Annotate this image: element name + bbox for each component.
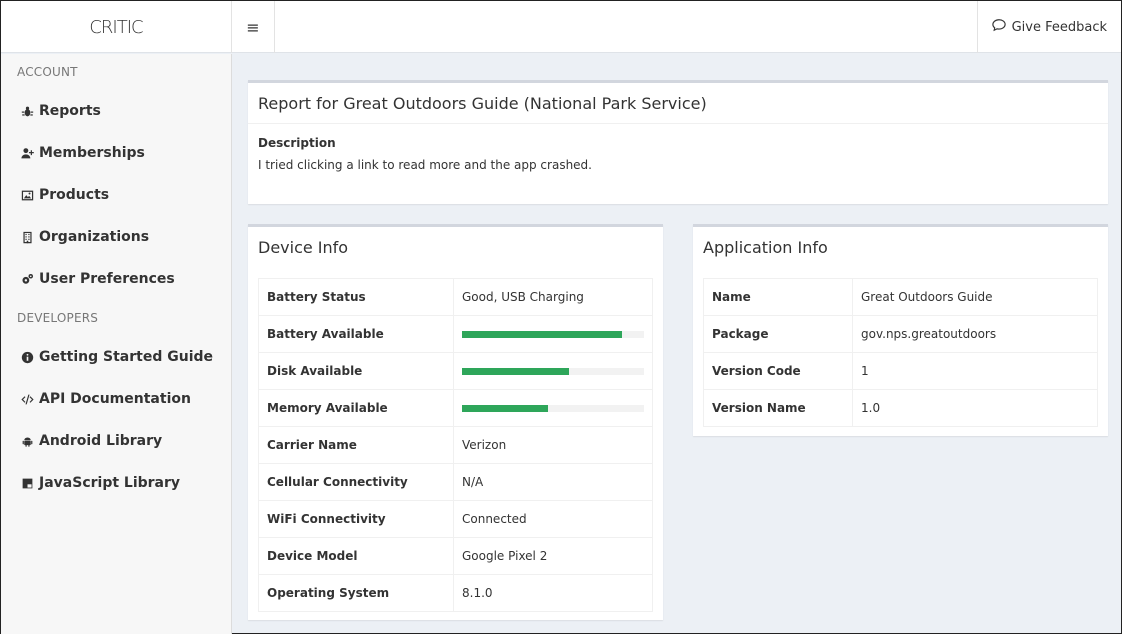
disk-progress-fill — [462, 367, 570, 375]
memory-progress-bar — [462, 404, 644, 412]
sidebar-item-android-library[interactable]: Android Library — [1, 420, 231, 462]
sidebar-item-reports[interactable]: Reports — [1, 90, 231, 132]
sidebar: ACCOUNT Reports Memberships Products Org… — [1, 54, 232, 634]
device-info-card: Device Info Battery Status Good, USB Cha… — [248, 224, 663, 620]
top-navbar: CRITIC ≡ Give Feedback — [1, 1, 1121, 53]
sidebar-item-label: Android Library — [39, 433, 163, 449]
building-icon — [19, 230, 35, 244]
table-row: Package gov.nps.greatoutdoors — [703, 315, 1098, 353]
js-icon — [19, 476, 35, 490]
row-key: Carrier Name — [258, 426, 454, 464]
row-key: Version Name — [703, 389, 853, 427]
application-info-card: Application Info Name Great Outdoors Gui… — [693, 224, 1108, 436]
row-key: Package — [703, 315, 853, 353]
table-row: Cellular Connectivity N/A — [258, 463, 653, 501]
row-key: Version Code — [703, 352, 853, 390]
row-value: Google Pixel 2 — [453, 537, 653, 575]
device-info-title: Device Info — [258, 238, 349, 257]
table-row: Battery Status Good, USB Charging — [258, 278, 653, 316]
table-row: Carrier Name Verizon — [258, 426, 653, 464]
table-row: Memory Available — [258, 389, 653, 427]
description-label: Description — [258, 136, 336, 150]
sidebar-header-developers: DEVELOPERS — [17, 311, 99, 325]
bug-icon — [19, 104, 35, 118]
row-key: Cellular Connectivity — [258, 463, 454, 501]
report-title: Report for Great Outdoors Guide (Nationa… — [248, 83, 1108, 124]
table-row: WiFi Connectivity Connected — [258, 500, 653, 538]
row-key: Name — [703, 278, 853, 316]
application-info-table: Name Great Outdoors Guide Package gov.np… — [703, 278, 1098, 427]
row-key: Device Model — [258, 537, 454, 575]
memory-progress-fill — [462, 404, 548, 412]
row-value: 1 — [852, 352, 1098, 390]
device-info-table: Battery Status Good, USB Charging Batter… — [258, 278, 653, 612]
row-key: Memory Available — [258, 389, 454, 427]
android-icon — [19, 434, 35, 448]
table-row: Operating System 8.1.0 — [258, 574, 653, 612]
sidebar-item-label: Getting Started Guide — [39, 349, 214, 365]
sidebar-item-memberships[interactable]: Memberships — [1, 132, 231, 174]
speech-bubble-icon — [991, 18, 1006, 36]
disk-progress-cell — [453, 352, 653, 390]
row-value: gov.nps.greatoutdoors — [852, 315, 1098, 353]
hamburger-icon[interactable]: ≡ — [232, 1, 275, 53]
sidebar-header-account: ACCOUNT — [17, 65, 78, 79]
give-feedback-label: Give Feedback — [1011, 19, 1107, 35]
sidebar-item-api-documentation[interactable]: API Documentation — [1, 378, 231, 420]
sidebar-item-javascript-library[interactable]: JavaScript Library — [1, 462, 231, 504]
battery-progress-bar — [462, 330, 644, 338]
code-icon — [19, 392, 35, 406]
row-key: Operating System — [258, 574, 454, 612]
table-row: Device Model Google Pixel 2 — [258, 537, 653, 575]
application-info-title: Application Info — [703, 238, 828, 257]
row-key: Battery Status — [258, 278, 454, 316]
row-key: Disk Available — [258, 352, 454, 390]
battery-progress-cell — [453, 315, 653, 353]
row-key: Battery Available — [258, 315, 454, 353]
row-value: Verizon — [453, 426, 653, 464]
user-plus-icon — [19, 146, 35, 160]
sidebar-item-organizations[interactable]: Organizations — [1, 216, 231, 258]
sidebar-item-products[interactable]: Products — [1, 174, 231, 216]
report-card: Report for Great Outdoors Guide (Nationa… — [248, 80, 1108, 204]
navbar-spacer — [275, 1, 977, 52]
sidebar-item-label: User Preferences — [39, 271, 175, 287]
table-row: Disk Available — [258, 352, 653, 390]
sidebar-item-label: Reports — [39, 103, 101, 119]
row-value: 1.0 — [852, 389, 1098, 427]
memory-progress-cell — [453, 389, 653, 427]
give-feedback-button[interactable]: Give Feedback — [976, 1, 1121, 53]
row-key: WiFi Connectivity — [258, 500, 454, 538]
sidebar-item-label: Organizations — [39, 229, 150, 245]
description-text: I tried clicking a link to read more and… — [258, 158, 592, 172]
row-value: Connected — [453, 500, 653, 538]
sidebar-item-label: JavaScript Library — [39, 475, 181, 491]
info-circle-icon — [19, 350, 35, 364]
disk-progress-bar — [462, 367, 644, 375]
table-row: Version Name 1.0 — [703, 389, 1098, 427]
sidebar-item-getting-started[interactable]: Getting Started Guide — [1, 336, 231, 378]
table-row: Battery Available — [258, 315, 653, 353]
row-value: Great Outdoors Guide — [852, 278, 1098, 316]
cogs-icon — [19, 272, 35, 286]
row-value: N/A — [453, 463, 653, 501]
brand-logo[interactable]: CRITIC — [1, 1, 232, 53]
sidebar-item-user-preferences[interactable]: User Preferences — [1, 258, 231, 300]
table-row: Version Code 1 — [703, 352, 1098, 390]
sidebar-item-label: Memberships — [39, 145, 145, 161]
image-icon — [19, 188, 35, 202]
row-value: 8.1.0 — [453, 574, 653, 612]
table-row: Name Great Outdoors Guide — [703, 278, 1098, 316]
row-value: Good, USB Charging — [453, 278, 653, 316]
battery-progress-fill — [462, 330, 623, 338]
sidebar-item-label: API Documentation — [39, 391, 191, 407]
sidebar-item-label: Products — [39, 187, 110, 203]
